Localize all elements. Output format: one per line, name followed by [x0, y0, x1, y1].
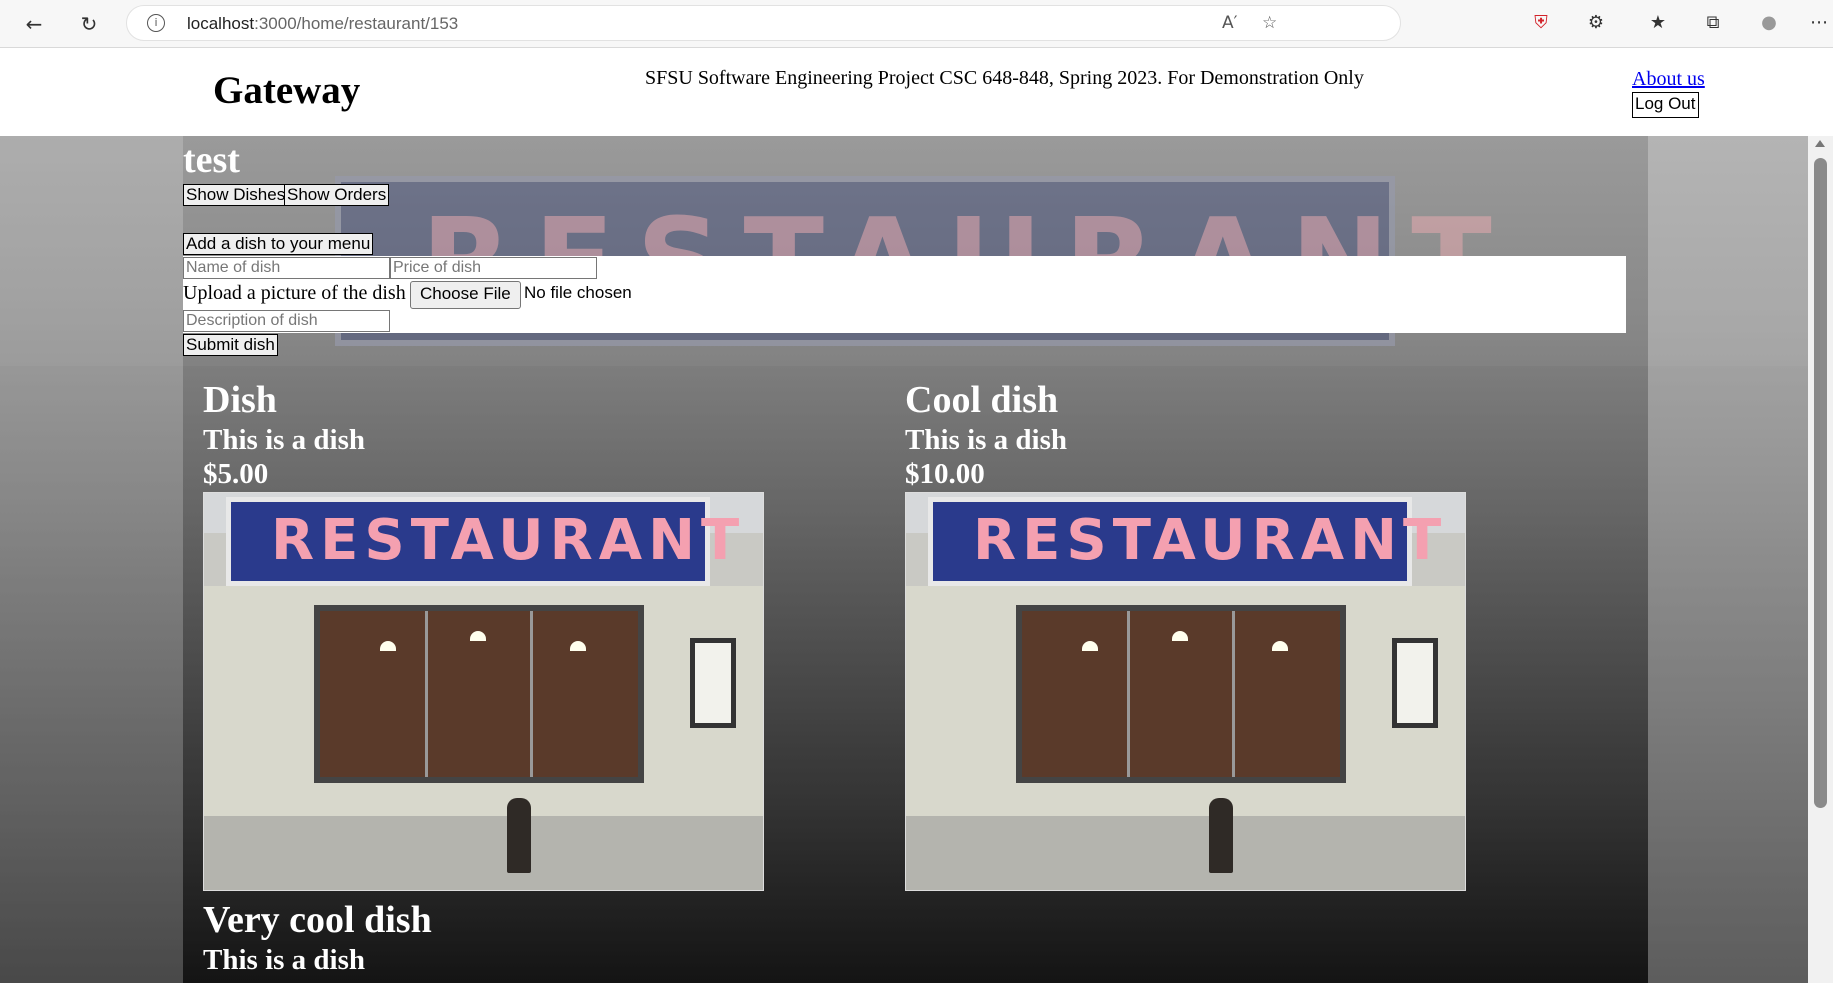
diner-window	[314, 605, 644, 783]
dish-image: RESTAURANT	[203, 492, 764, 891]
back-icon[interactable]: ←	[20, 10, 48, 38]
submit-dish-button[interactable]: Submit dish	[183, 334, 278, 356]
background-fade-right	[1648, 136, 1808, 983]
dish-price: $5.00	[203, 458, 269, 490]
profile-icon[interactable]: ●	[1755, 9, 1783, 37]
about-us-link[interactable]: About us	[1632, 68, 1705, 91]
dish-price-input[interactable]: Price of dish	[390, 257, 597, 279]
upload-label: Upload a picture of the dish	[183, 282, 406, 304]
diner-window	[1016, 605, 1346, 783]
info-icon[interactable]: i	[147, 14, 165, 32]
read-aloud-icon[interactable]: A′	[1222, 13, 1238, 33]
collections-icon[interactable]: ⧉	[1699, 9, 1727, 37]
dish-title: Very cool dish	[203, 899, 432, 941]
address-bar[interactable]: i localhost:3000/home/restaurant/153 A′ …	[126, 5, 1401, 41]
restaurant-sign: RESTAURANT	[226, 497, 739, 586]
menu-board	[1392, 638, 1438, 728]
choose-file-button[interactable]: Choose File	[410, 281, 521, 309]
shield-icon[interactable]: ⛨	[1527, 9, 1555, 37]
favorite-add-icon[interactable]: ☆	[1262, 13, 1277, 33]
site-header: Gateway SFSU Software Engineering Projec…	[0, 48, 1833, 136]
browser-toolbar: ← ↻ i localhost:3000/home/restaurant/153…	[0, 0, 1833, 48]
dish-title: Dish	[203, 379, 277, 421]
log-out-button[interactable]: Log Out	[1632, 92, 1699, 118]
add-dish-button[interactable]: Add a dish to your menu	[183, 233, 374, 255]
show-dishes-button[interactable]: Show Dishes	[183, 184, 289, 206]
favorites-icon[interactable]: ★	[1644, 9, 1672, 37]
restaurant-name: test	[183, 139, 240, 181]
dish-description: This is a dish	[905, 424, 1068, 456]
site-logo[interactable]: Gateway	[213, 68, 360, 113]
fire-hydrant	[507, 798, 531, 873]
scroll-up-icon[interactable]	[1815, 140, 1825, 147]
dish-description: This is a dish	[203, 424, 366, 456]
fire-hydrant	[1209, 798, 1233, 873]
more-icon[interactable]: ⋯	[1805, 9, 1833, 37]
dish-title: Cool dish	[905, 379, 1059, 421]
background-fade-left	[0, 136, 183, 983]
dish-description-input[interactable]: Description of dish	[183, 310, 390, 332]
reload-icon[interactable]: ↻	[75, 10, 103, 38]
scrollbar-thumb[interactable]	[1814, 158, 1827, 808]
dish-price: $10.00	[905, 458, 985, 490]
url-text[interactable]: localhost:3000/home/restaurant/153	[187, 14, 458, 34]
dish-image: RESTAURANT	[905, 492, 1466, 891]
page-scrollbar[interactable]	[1808, 136, 1833, 983]
menu-board	[690, 638, 736, 728]
dish-description: This is a dish	[203, 944, 366, 976]
show-orders-button[interactable]: Show Orders	[284, 184, 390, 206]
no-file-text: No file chosen	[524, 283, 632, 302]
tagline: SFSU Software Engineering Project CSC 64…	[645, 67, 1364, 89]
dish-name-input[interactable]: Name of dish	[183, 257, 390, 279]
extensions-icon[interactable]: ⚙	[1582, 9, 1610, 37]
restaurant-sign: RESTAURANT	[928, 497, 1441, 586]
